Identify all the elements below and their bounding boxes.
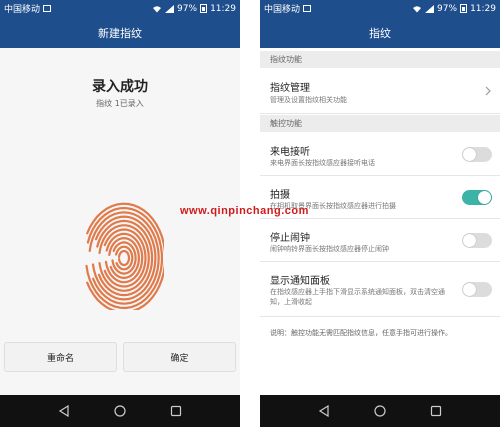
stop-alarm-toggle[interactable] bbox=[462, 233, 492, 248]
sim-icon bbox=[303, 5, 312, 12]
screenshot-stage: 中国移动 97% 11:29 新建指纹 录入成功 指纹 1已录入 重命名 确定 bbox=[0, 0, 500, 427]
title-bar: 新建指纹 bbox=[0, 17, 240, 48]
signal-icon bbox=[165, 4, 175, 13]
status-bar: 中国移动 97% 11:29 bbox=[0, 0, 240, 17]
setting-row[interactable]: 来电接听 来电界面长按指纹感应器接听电话 bbox=[260, 134, 500, 176]
navigation-bar bbox=[0, 395, 240, 427]
battery-percent: 97% bbox=[437, 3, 458, 14]
clock: 11:29 bbox=[470, 3, 496, 14]
rename-button[interactable]: 重命名 bbox=[4, 342, 117, 372]
wifi-icon bbox=[413, 5, 422, 12]
chevron-right-icon bbox=[485, 86, 491, 96]
navigation-bar bbox=[260, 395, 500, 427]
fingerprint-ridge bbox=[104, 232, 144, 284]
status-bar: 中国移动 97% 11:29 bbox=[260, 0, 500, 17]
notification-panel-toggle[interactable] bbox=[462, 282, 492, 297]
answer-call-toggle[interactable] bbox=[462, 147, 492, 162]
sim-icon bbox=[43, 5, 52, 12]
home-icon bbox=[374, 405, 386, 417]
section-header-touch: 触控功能 bbox=[260, 115, 500, 132]
action-buttons: 重命名 确定 bbox=[4, 342, 236, 372]
recents-button[interactable] bbox=[427, 402, 445, 420]
recents-icon bbox=[430, 405, 442, 417]
home-icon bbox=[114, 405, 126, 417]
recents-icon bbox=[170, 405, 182, 417]
setting-row[interactable]: 停止闹钟 闹钟响铃界面长按指纹感应器停止闹钟 bbox=[260, 220, 500, 262]
fingerprint-icon bbox=[85, 202, 164, 310]
back-button[interactable] bbox=[55, 402, 73, 420]
section-header-fingerprint: 指纹功能 bbox=[260, 51, 500, 68]
home-button[interactable] bbox=[371, 402, 389, 420]
battery-icon bbox=[460, 4, 468, 13]
fingerprint-manage-row[interactable]: 指纹管理 管理及设置指纹相关功能 bbox=[260, 68, 500, 114]
wifi-icon bbox=[153, 5, 162, 12]
setting-title: 停止闹钟 bbox=[270, 233, 310, 244]
fingerprint-ridge bbox=[118, 249, 131, 267]
setting-title: 显示通知面板 bbox=[270, 276, 330, 287]
carrier-label: 中国移动 bbox=[4, 5, 41, 15]
setting-title: 拍摄 bbox=[270, 190, 290, 201]
manage-desc: 管理及设置指纹相关功能 bbox=[270, 96, 347, 104]
home-button[interactable] bbox=[111, 402, 129, 420]
back-button[interactable] bbox=[315, 402, 333, 420]
battery-percent: 97% bbox=[177, 3, 198, 14]
enroll-content: 录入成功 指纹 1已录入 重命名 确定 bbox=[0, 48, 240, 395]
title-bar: 指纹 bbox=[260, 17, 500, 48]
setting-desc: 来电界面长按指纹感应器接听电话 bbox=[270, 159, 375, 167]
confirm-button[interactable]: 确定 bbox=[123, 342, 236, 372]
fingerprint-ridge bbox=[85, 206, 163, 310]
enroll-subtitle: 指纹 1已录入 bbox=[96, 99, 144, 108]
carrier-label: 中国移动 bbox=[264, 5, 301, 15]
note-text: 说明：触控功能无需匹配指纹信息，任意手指可进行操作。 bbox=[270, 329, 452, 337]
watermark-text: www.qinpinchang.com bbox=[180, 205, 309, 217]
fingerprint-ridge bbox=[108, 236, 141, 280]
page-title: 新建指纹 bbox=[98, 26, 142, 40]
enroll-success-title: 录入成功 bbox=[92, 79, 148, 95]
back-icon bbox=[318, 405, 329, 417]
setting-title: 来电接听 bbox=[270, 147, 310, 158]
clock: 11:29 bbox=[210, 3, 236, 14]
settings-content: 指纹功能 指纹管理 管理及设置指纹相关功能 触控功能 来电接听 来电界面长按指纹… bbox=[260, 48, 500, 395]
page-title: 指纹 bbox=[369, 26, 391, 40]
recents-button[interactable] bbox=[167, 402, 185, 420]
manage-title: 指纹管理 bbox=[270, 83, 310, 94]
setting-desc: 闹钟响铃界面长按指纹感应器停止闹钟 bbox=[270, 245, 389, 253]
signal-icon bbox=[425, 4, 435, 13]
battery-icon bbox=[200, 4, 208, 13]
back-icon bbox=[58, 405, 69, 417]
setting-row[interactable]: 显示通知面板 在指纹感应器上手指下滑显示系统通知面板，双击清空通知，上滑收起 bbox=[260, 263, 500, 317]
setting-desc: 在指纹感应器上手指下滑显示系统通知面板，双击清空通知，上滑收起 bbox=[270, 288, 445, 306]
camera-shutter-toggle[interactable] bbox=[462, 190, 492, 205]
fingerprint-ridge bbox=[96, 219, 154, 297]
